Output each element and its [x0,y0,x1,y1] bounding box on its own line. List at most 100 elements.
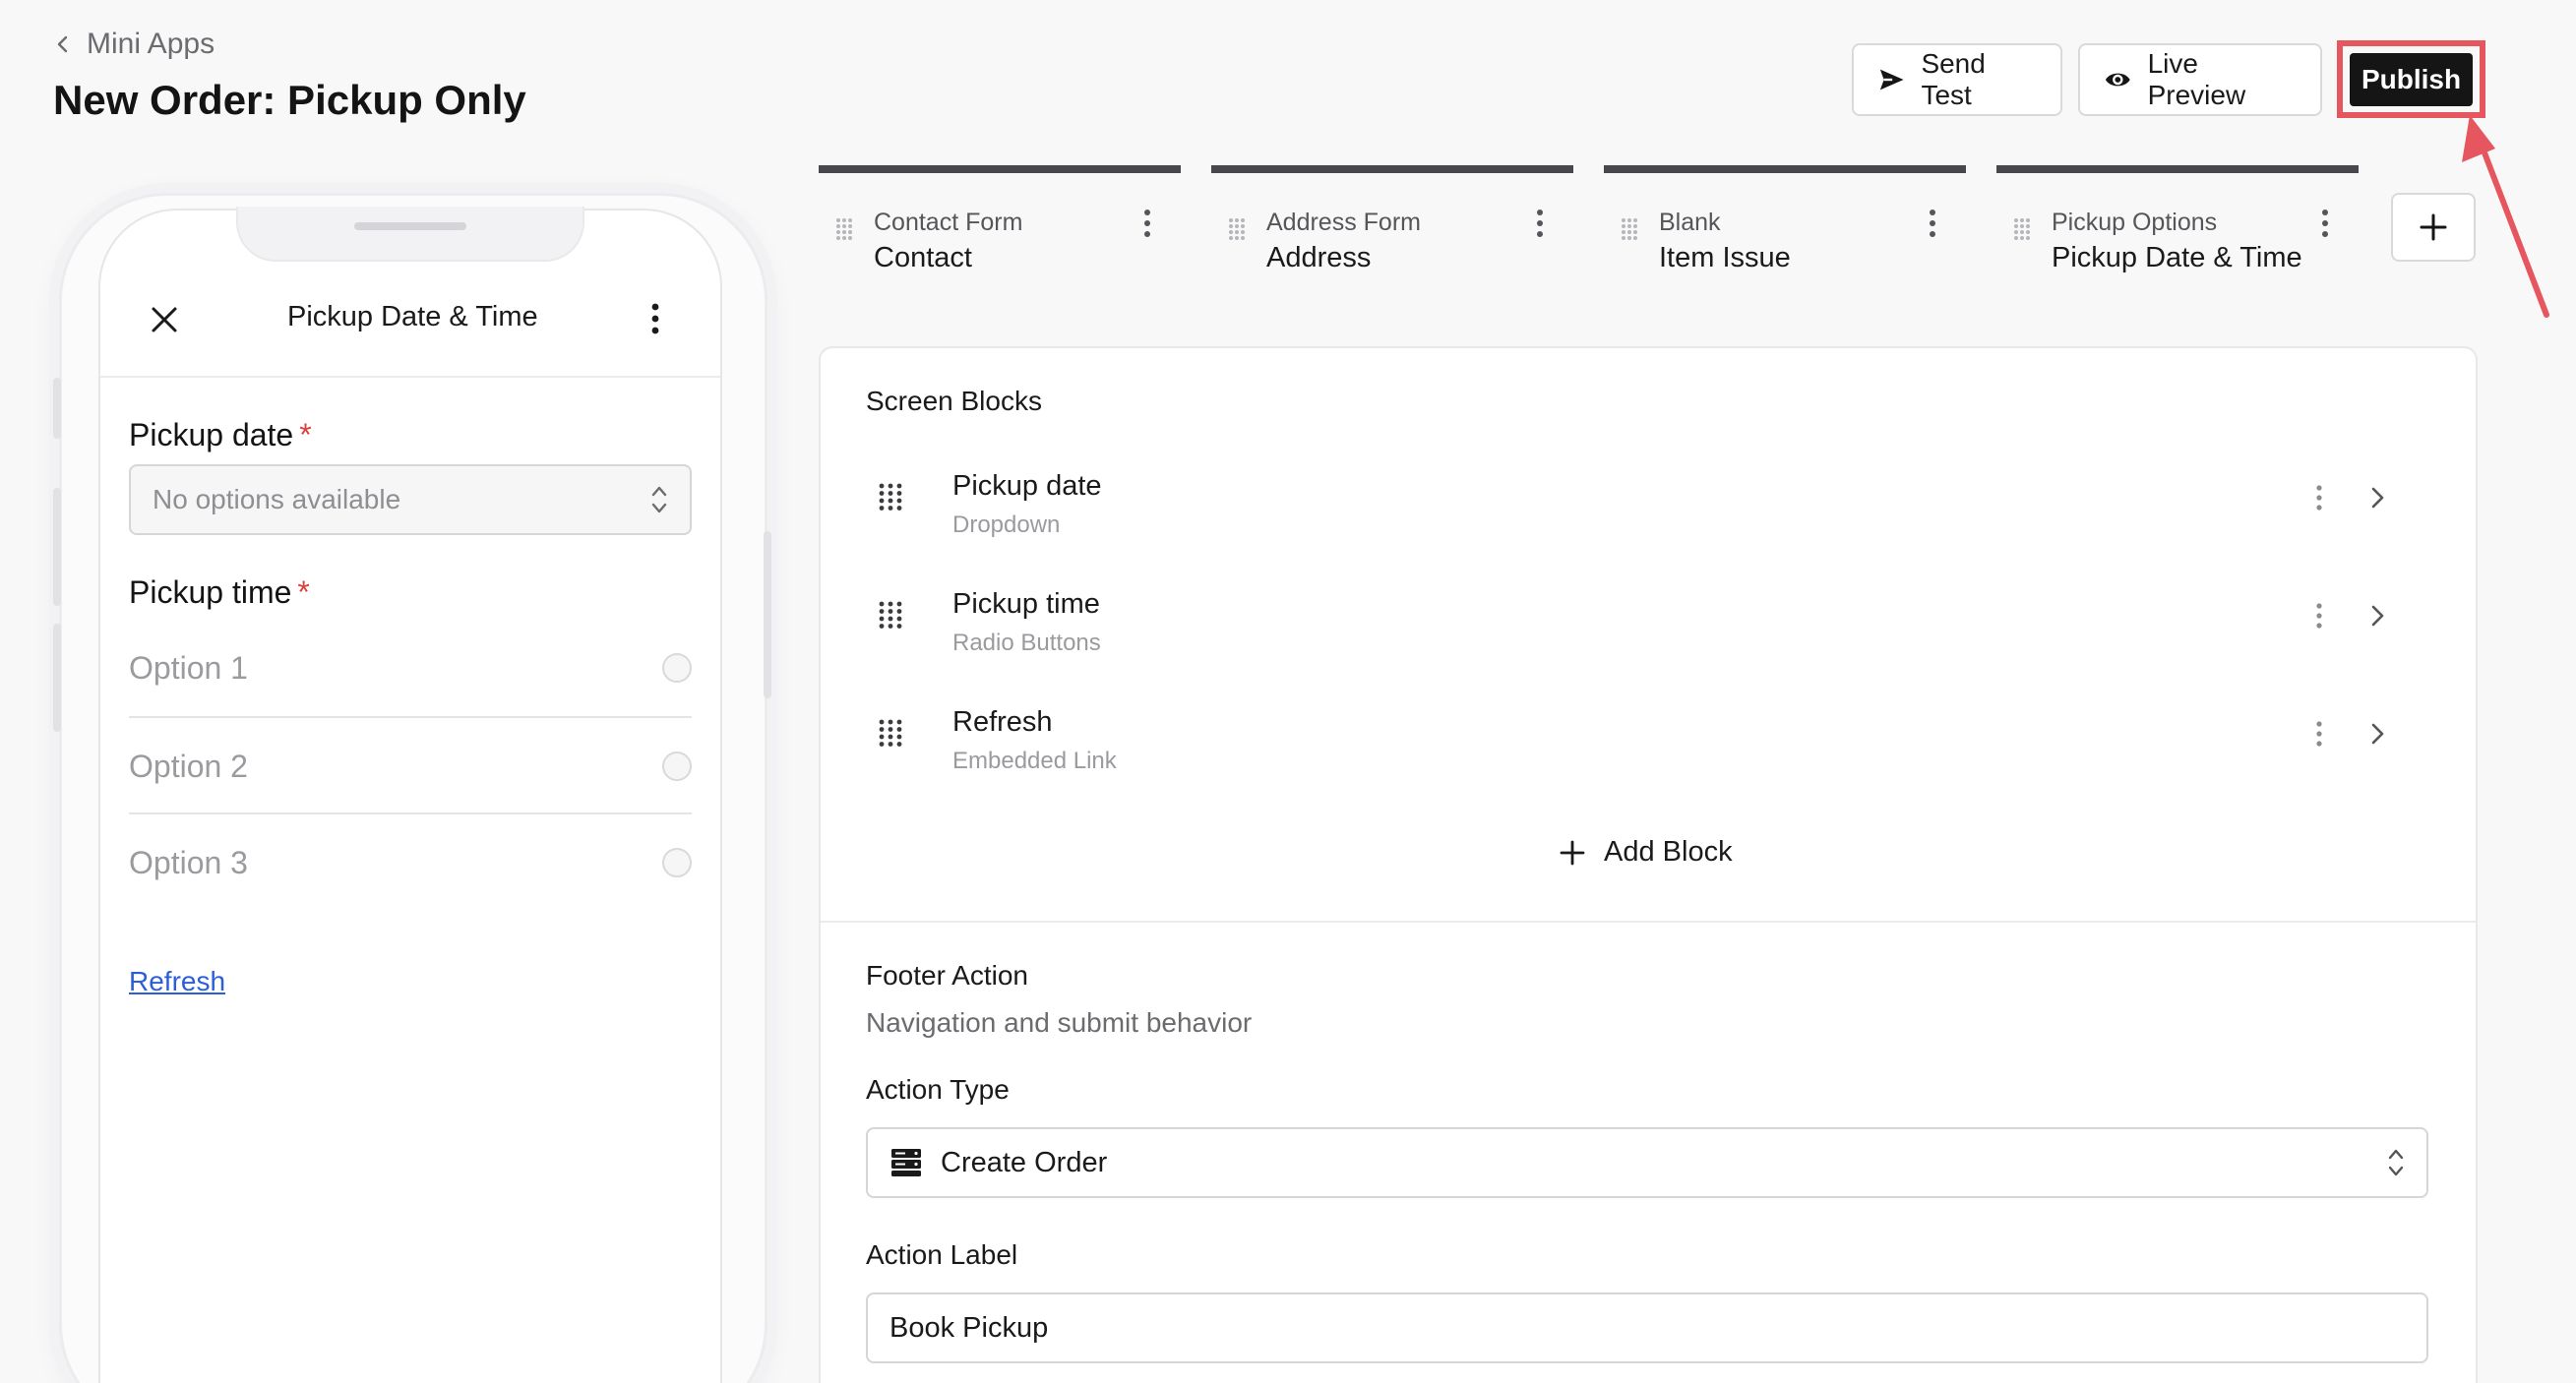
plus-icon [1560,840,1585,865]
refresh-link[interactable]: Refresh [129,966,225,997]
kebab-icon[interactable] [1925,209,1940,238]
block-row-pickup-time[interactable]: Pickup time Radio Buttons [866,569,2401,667]
chevron-left-icon [57,35,68,53]
chevron-right-icon[interactable] [2365,602,2389,630]
block-name: Pickup time [952,588,1100,620]
page-title: New Order: Pickup Only [53,77,526,123]
pickup-date-placeholder: No options available [153,484,401,514]
tab-indicator [1211,165,1573,173]
phone-screen-title: Pickup Date & Time [287,301,538,332]
screen-blocks-title: Screen Blocks [866,386,1042,416]
kebab-icon[interactable] [1532,209,1548,238]
drag-handle-icon[interactable] [878,482,903,511]
phone-side-button [53,488,61,606]
live-preview-label: Live Preview [2147,48,2246,110]
radio-button[interactable] [662,752,692,781]
radio-option-label: Option 1 [129,649,248,686]
phone-side-button [764,531,771,698]
phone-side-button [53,624,61,732]
block-type: Embedded Link [952,748,1117,774]
pickup-time-label: Pickup time * [129,574,310,611]
action-label-value: Book Pickup [889,1311,1049,1344]
phone-side-button [53,378,61,439]
breadcrumb-label: Mini Apps [87,28,215,60]
kebab-icon[interactable] [645,301,665,336]
tab-type: Address Form [1266,209,1421,236]
block-type: Radio Buttons [952,630,1101,656]
required-mark: * [299,417,312,452]
radio-option-label: Option 2 [129,748,248,784]
send-test-label: Send Test [1921,48,1986,110]
tab-type: Pickup Options [2052,209,2218,236]
chevron-up-down-icon [2388,1149,2404,1176]
radio-option[interactable]: Option 3 [129,814,692,911]
tab-name: Contact [874,242,972,273]
action-type-select[interactable]: Create Order [866,1127,2428,1198]
pickup-date-label: Pickup date * [129,417,312,453]
kebab-icon[interactable] [2312,602,2326,630]
radio-option-label: Option 3 [129,844,248,880]
close-icon[interactable] [148,303,181,336]
kebab-icon[interactable] [1139,209,1155,238]
panel-divider [821,921,2476,923]
pickup-date-label-text: Pickup date [129,417,294,452]
tab-type: Blank [1659,209,1721,236]
drag-handle-icon[interactable] [834,216,854,242]
send-icon [1879,69,1904,90]
action-type-value: Create Order [941,1146,1108,1178]
kebab-icon[interactable] [2312,720,2326,748]
action-label-input[interactable]: Book Pickup [866,1293,2428,1363]
kebab-icon[interactable] [2317,209,2333,238]
screen-tab-address[interactable]: Address Form Address [1211,165,1573,283]
tab-type: Contact Form [874,209,1023,236]
required-mark: * [297,574,310,610]
send-test-button[interactable]: Send Test [1852,43,2062,116]
chevron-up-down-icon [651,486,667,513]
radio-option[interactable]: Option 2 [129,718,692,814]
tab-name: Item Issue [1659,242,1791,273]
publish-button[interactable]: Publish [2350,53,2473,106]
footer-action-title: Footer Action [866,960,1028,991]
drag-handle-icon[interactable] [1227,216,1247,242]
radio-option[interactable]: Option 1 [129,620,692,716]
tab-indicator [1604,165,1966,173]
drag-handle-icon[interactable] [878,718,903,748]
footer-action-subtitle: Navigation and submit behavior [866,1007,1253,1038]
tab-indicator [1996,165,2359,173]
action-type-label: Action Type [866,1074,1010,1105]
action-type-selected: Create Order [889,1146,1107,1179]
pickup-time-label-text: Pickup time [129,574,292,610]
live-preview-button[interactable]: Live Preview [2078,43,2322,116]
block-row-refresh[interactable]: Refresh Embedded Link [866,687,2401,785]
chevron-right-icon[interactable] [2365,484,2389,511]
action-label-label: Action Label [866,1239,1018,1270]
chevron-right-icon[interactable] [2365,720,2389,748]
add-block-label: Add Block [1604,836,1733,868]
phone-header-divider [100,376,720,378]
screen-tab-contact[interactable]: Contact Form Contact [819,165,1181,283]
server-icon [891,1149,921,1176]
drag-handle-icon[interactable] [2012,216,2032,242]
block-row-pickup-date[interactable]: Pickup date Dropdown [866,451,2401,549]
kebab-icon[interactable] [2312,484,2326,511]
plus-icon [2420,213,2447,241]
eye-icon [2105,73,2130,87]
block-type: Dropdown [952,511,1061,538]
drag-handle-icon[interactable] [878,600,903,630]
drag-handle-icon[interactable] [1620,216,1639,242]
radio-button[interactable] [662,848,692,877]
screen-tab-item-issue[interactable]: Blank Item Issue [1604,165,1966,283]
block-name: Refresh [952,706,1053,738]
tab-name: Address [1266,242,1372,273]
tab-indicator [819,165,1181,173]
tab-name: Pickup Date & Time [2052,242,2302,273]
phone-speaker [354,222,466,230]
add-screen-button[interactable] [2391,193,2476,262]
screen-tab-pickup-date-time[interactable]: Pickup Options Pickup Date & Time [1996,165,2359,283]
block-name: Pickup date [952,470,1102,502]
add-block-button[interactable]: Add Block [1559,836,1733,869]
phone-notch [236,207,584,262]
pickup-date-select[interactable]: No options available [129,464,692,535]
breadcrumb[interactable]: Mini Apps [53,28,215,61]
radio-button[interactable] [662,653,692,683]
